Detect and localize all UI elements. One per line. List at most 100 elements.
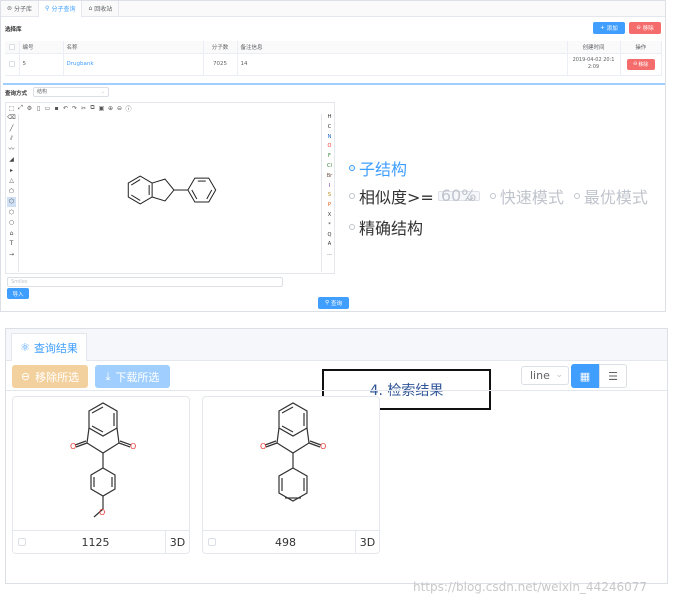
copy-icon[interactable]: ⧉ [89,104,96,112]
atom-button[interactable]: Q [328,231,332,241]
import-button[interactable]: 导入 [7,288,29,299]
trash-icon: ⌂ [88,5,93,12]
atom-button[interactable]: Br [327,172,333,182]
atom-button[interactable]: * [328,221,331,231]
atom-button[interactable]: O [328,142,332,152]
paste-icon[interactable]: ▣ [98,105,105,112]
library-table: 编号 名称 分子数 备注信息 创建时间 操作 5 Drugbank 7025 1… [5,41,662,76]
tab-query[interactable]: ⚲ 分子查询 [39,0,83,17]
best-mode-label: 最优模式 [583,188,648,207]
plus-icon: + [600,25,605,31]
single-bond-icon[interactable]: ╱ [10,124,14,134]
add-label: 添加 [606,26,618,32]
wedge-bond-icon[interactable]: ◢ [9,155,14,165]
card-checkbox[interactable] [208,538,216,546]
select-tool-icon[interactable]: ⬚ [8,105,15,112]
card-checkbox[interactable] [18,538,26,546]
list-view-button[interactable]: ☰ [599,364,627,388]
editor-toolbar: ⬚ ⤢ ⚙ ▯ ▭ ▪ ↶ ↷ ✂ ⧉ ▣ ⊕ ⊖ ⓘ [6,103,336,113]
result-card[interactable]: O O O 1125 3D [12,396,190,554]
card-value: 498 [275,535,296,549]
structure-editor: ⬚ ⤢ ⚙ ▯ ▭ ▪ ↶ ↷ ✂ ⧉ ▣ ⊕ ⊖ ⓘ ⌫ ╱ ⫽ 〰 ◢ ▸ … [5,102,335,274]
save-icon[interactable]: ▪ [53,105,60,112]
result-card[interactable]: O O 498 3D [202,396,380,554]
atom-button[interactable]: X [328,211,331,221]
add-library-button[interactable]: + 添加 [593,22,625,34]
redo-icon[interactable]: ↷ [71,105,78,112]
row-name-link[interactable]: Drugbank [63,53,204,76]
atom-button[interactable]: Cl [327,162,332,172]
similarity-select[interactable]: 60% ⌄ [437,188,480,204]
hash-bond-icon[interactable]: ▸ [10,166,13,176]
col-note: 备注信息 [237,41,568,54]
similarity-option[interactable]: 相似度>= 60% ⌄ 快速模式 最优模式 [349,184,648,208]
remove-selected-button[interactable]: ⊖ 移除所选 [12,365,88,388]
query-button[interactable]: ⚲ 查询 [318,297,349,309]
radio-fast-mode[interactable] [489,193,496,199]
fast-mode-option[interactable]: 快速模式 [489,184,564,208]
benzene-icon[interactable]: ⬡ [7,197,16,207]
search-icon: ⚲ [324,300,329,306]
open-folder-icon[interactable]: ▭ [44,105,51,112]
editor-left-tools: ⌫ ╱ ⫽ 〰 ◢ ▸ △ ⬠ ⬡ ⬡ ○ ⌂ T → [6,113,17,275]
chevron-down-icon: ⌄ [100,89,105,95]
svg-text:O: O [130,442,136,451]
exact-option[interactable]: 精确结构 [349,215,423,239]
download-selected-button[interactable]: ⤓ 下载所选 [95,365,170,388]
info-icon[interactable]: ⓘ [125,104,132,113]
divider [6,390,667,391]
cyclopentane-icon[interactable]: ⬠ [9,187,14,197]
arrow-tool-icon[interactable]: → [9,250,14,260]
ring-icon[interactable]: ○ [9,218,14,228]
undo-icon[interactable]: ↶ [62,105,69,112]
text-tool-icon[interactable]: T [10,239,14,249]
substructure-option[interactable]: 子结构 [349,156,407,180]
best-mode-option[interactable]: 最优模式 [573,184,648,208]
view-3d-button[interactable]: 3D [165,530,189,554]
view-mode-select[interactable]: line ⌄ [521,366,569,385]
zoom-in-icon[interactable]: ⊕ [107,105,114,112]
settings-icon[interactable]: ⚙ [26,105,33,112]
atom-button[interactable]: C [328,123,332,133]
zoom-out-icon[interactable]: ⊖ [116,105,123,112]
smiles-input[interactable]: Smiles [7,277,283,287]
cut-icon[interactable]: ✂ [80,105,87,112]
query-method-select[interactable]: 结构 ⌄ [33,87,109,97]
query-molecule [127,175,217,205]
atom-button[interactable]: I [329,182,330,192]
row-remove-button[interactable]: ⊖ 移除 [626,58,655,70]
radio-best-mode[interactable] [573,193,580,199]
atom-button[interactable]: P [328,201,331,211]
tab-library[interactable]: ⊜ 分子库 [1,0,40,17]
double-bond-icon[interactable]: ⫽ [10,134,13,144]
col-name: 名称 [63,41,204,54]
template-icon[interactable]: ⌂ [10,229,14,239]
radio-substructure[interactable] [349,165,355,171]
row-checkbox[interactable] [5,53,20,76]
radio-similarity[interactable] [349,193,355,199]
drawing-canvas[interactable] [18,114,322,272]
expand-icon[interactable]: ⤢ [17,104,24,112]
eraser-icon[interactable]: ⌫ [7,113,15,123]
radio-exact[interactable] [349,224,355,230]
table-row: 5 Drugbank 7025 14 2019-04-02 20:1 2:09 … [5,53,662,76]
grid-view-button[interactable]: ▦ [571,364,599,388]
atom-button[interactable]: S [328,191,331,201]
atom-button[interactable]: ... [327,250,332,260]
tab-recycle[interactable]: ⌂ 回收站 [82,0,120,17]
chain-icon[interactable]: 〰 [8,145,14,155]
atom-button[interactable]: H [328,113,332,123]
atom-button[interactable]: N [328,133,332,143]
watermark: https://blog.csdn.net/weixin_44246077 [413,580,648,594]
tab-results[interactable]: ⚛ 查询结果 [11,333,87,361]
select-all-checkbox[interactable] [5,41,20,54]
cyclopropane-icon[interactable]: △ [9,176,14,186]
cyclohexane-icon[interactable]: ⬡ [9,208,14,218]
view-3d-button[interactable]: 3D [355,530,379,554]
atom-button[interactable]: F [328,152,331,162]
atom-button[interactable]: A [328,240,331,250]
new-file-icon[interactable]: ▯ [35,105,42,112]
remove-library-button[interactable]: ⊖ 移除 [629,22,661,34]
card-footer: 498 3D [203,530,379,554]
results-panel: ⚛ 查询结果 ⊖ 移除所选 ⤓ 下载所选 4. 检索结果 line ⌄ ▦ ☰ [5,328,668,584]
